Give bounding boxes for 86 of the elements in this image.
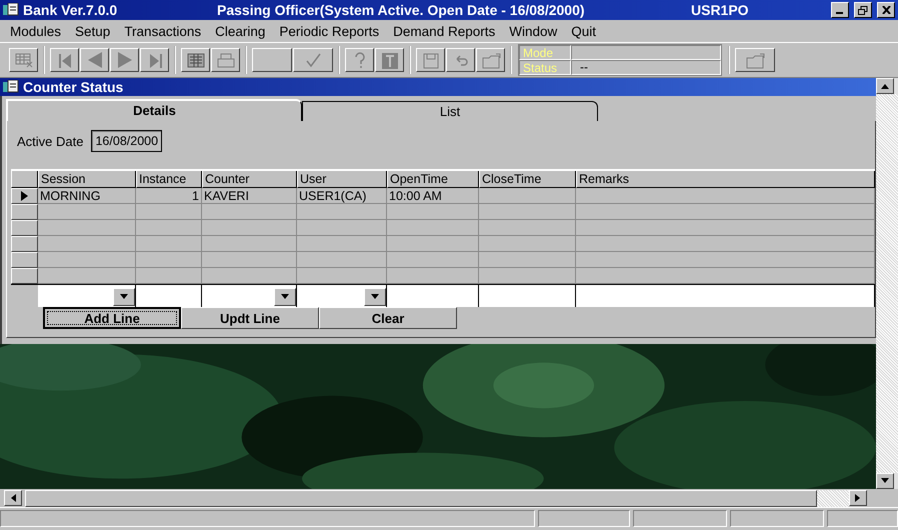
close-icon — [882, 6, 890, 14]
toolbar-button[interactable] — [735, 48, 775, 72]
scroll-down-button[interactable] — [876, 473, 894, 489]
menu-item[interactable]: Modules — [4, 24, 70, 38]
scroll-left-button[interactable] — [4, 490, 22, 506]
toolbar-button[interactable] — [211, 48, 240, 72]
toolbar-button[interactable] — [9, 48, 38, 72]
down-arrow-icon — [881, 478, 889, 484]
toolbar-button[interactable] — [416, 48, 445, 72]
column-header[interactable]: Session — [38, 171, 136, 188]
input-field[interactable] — [387, 285, 479, 307]
status-label: Status — [519, 60, 571, 75]
toolbar-button[interactable] — [345, 48, 374, 72]
window-title: Bank Ver.7.0.0 — [23, 2, 118, 18]
date-field[interactable]: 16/08/2000 — [91, 130, 162, 152]
row-indicator — [11, 268, 38, 284]
left-arrow-icon — [10, 494, 16, 502]
table-cell: 10:00 AM — [387, 188, 479, 204]
table-cell: 1 — [136, 188, 202, 204]
toolbar-button[interactable] — [80, 48, 109, 72]
dropdown-field[interactable] — [202, 285, 297, 307]
dropdown-arrow-icon — [281, 294, 289, 300]
column-header[interactable]: OpenTime — [387, 171, 479, 188]
restore-button[interactable] — [854, 2, 872, 18]
column-header[interactable]: User — [297, 171, 387, 188]
table-cell — [136, 220, 202, 236]
action-button[interactable]: Clear — [319, 307, 457, 329]
window-icon — [3, 80, 19, 94]
minimize-button[interactable] — [831, 2, 849, 18]
mode-label: Mode — [519, 45, 571, 60]
table-cell — [136, 204, 202, 220]
app-icon — [3, 3, 19, 17]
table-cell: MORNING — [38, 188, 136, 204]
column-header[interactable]: CloseTime — [479, 171, 576, 188]
row-indicator — [11, 220, 38, 236]
current-row-icon — [21, 191, 28, 201]
field-label: Active Date — [17, 134, 84, 148]
window-title: Counter Status — [23, 79, 124, 95]
table-cell — [136, 236, 202, 252]
column-header[interactable]: Counter — [202, 171, 297, 188]
toolbar-button[interactable] — [293, 48, 333, 72]
user-id: USR1PO — [691, 2, 750, 18]
input-field[interactable] — [479, 285, 576, 307]
toolbar-button[interactable] — [476, 48, 505, 72]
input-field[interactable] — [576, 285, 875, 307]
dropdown-field[interactable] — [38, 285, 136, 307]
table-cell — [136, 268, 202, 284]
restore-icon — [858, 6, 868, 14]
dropdown-arrow-icon — [120, 294, 128, 300]
session-info: Passing Officer(System Active. Open Date - 16/08/2000) — [217, 2, 586, 18]
scroll-up-button[interactable] — [876, 78, 894, 94]
row-indicator — [11, 252, 38, 268]
toolbar-button[interactable] — [446, 48, 475, 72]
status-pane — [827, 510, 898, 527]
table-cell: KAVERI — [202, 188, 297, 204]
close-button[interactable] — [877, 2, 895, 18]
menu-item[interactable]: Setup — [69, 24, 118, 38]
scrollbar-thumb[interactable] — [25, 490, 817, 506]
dropdown-field[interactable] — [297, 285, 387, 307]
menu-item[interactable]: Transactions — [118, 24, 210, 38]
table-cell: USER1(CA) — [297, 188, 387, 204]
toolbar-button[interactable] — [375, 48, 404, 72]
toolbar-button[interactable] — [252, 48, 292, 72]
up-arrow-icon — [881, 83, 889, 89]
action-button[interactable]: Add Line — [43, 307, 181, 329]
right-arrow-icon — [855, 494, 861, 502]
tab[interactable]: Details — [6, 99, 302, 121]
toolbar-button[interactable] — [50, 48, 79, 72]
dropdown-arrow-icon — [371, 294, 379, 300]
action-button[interactable]: Updt Line — [181, 307, 319, 329]
tab[interactable]: List — [302, 101, 598, 121]
row-indicator — [11, 236, 38, 252]
menu-item[interactable]: Demand Reports — [387, 24, 504, 38]
menu-item[interactable]: Periodic Reports — [273, 24, 388, 38]
scroll-right-button[interactable] — [849, 490, 867, 506]
input-field[interactable] — [136, 285, 202, 307]
menu-item[interactable]: Window — [503, 24, 566, 38]
column-header[interactable]: Remarks — [576, 171, 875, 188]
table-cell — [136, 252, 202, 268]
status-value: -- — [571, 60, 721, 75]
toolbar-button[interactable] — [110, 48, 139, 72]
menu-item[interactable]: Quit — [565, 24, 604, 38]
column-header[interactable]: Instance — [136, 171, 202, 188]
toolbar-button[interactable] — [140, 48, 169, 72]
toolbar-button[interactable] — [181, 48, 210, 72]
menu-item[interactable]: Clearing — [209, 24, 274, 38]
